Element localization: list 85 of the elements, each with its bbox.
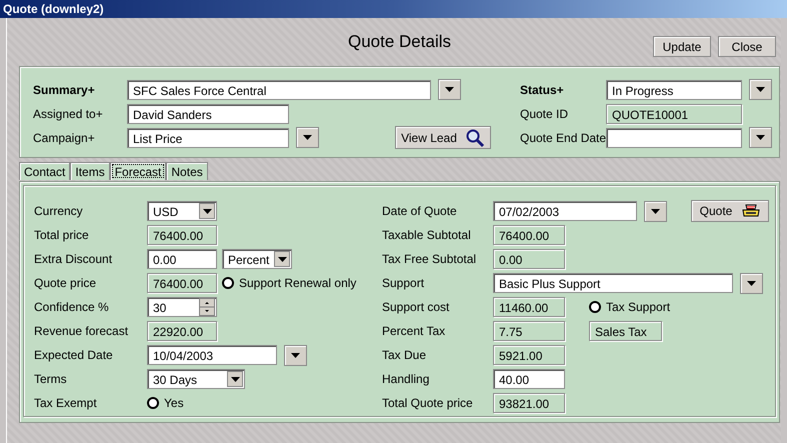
field-label: Quote End Date — [520, 130, 606, 144]
dropdown-button[interactable] — [749, 79, 772, 100]
spin-field[interactable]: 30 — [147, 297, 217, 317]
field-label: Quote price — [34, 276, 98, 290]
field-label: Handling — [382, 372, 430, 386]
text-field[interactable]: David Sanders — [127, 104, 289, 124]
field-label: Summary+ — [33, 82, 96, 96]
dropdown-button[interactable] — [644, 200, 667, 222]
page-title: Quote Details — [348, 32, 451, 52]
tab[interactable]: Items — [70, 162, 110, 180]
text-field[interactable]: 07/02/2003 — [493, 201, 637, 221]
caret-icon — [651, 208, 660, 214]
radio-label: Support Renewal only — [239, 276, 356, 290]
tab[interactable]: Forecast — [110, 162, 166, 180]
dropdown-button[interactable] — [438, 79, 461, 100]
radio-button[interactable] — [589, 301, 601, 313]
caret-icon — [303, 135, 312, 140]
text-field[interactable]: List Price — [127, 128, 289, 148]
tab[interactable]: Notes — [166, 162, 208, 180]
field-label: Percent Tax — [382, 324, 446, 338]
readonly-field: 11460.00 — [493, 297, 565, 317]
text-field[interactable] — [606, 128, 742, 148]
field-label: Tax Free Subtotal — [382, 252, 478, 266]
readonly-field: 22920.00 — [147, 321, 217, 341]
spinner-icon[interactable] — [199, 298, 215, 316]
readonly-field: 76400.00 — [147, 273, 217, 293]
text-field[interactable]: 0.00 — [147, 249, 217, 269]
dropdown-button[interactable] — [284, 344, 307, 366]
field-label: Terms — [34, 372, 68, 386]
text-field[interactable]: In Progress — [606, 80, 742, 100]
dropdown-button[interactable] — [749, 127, 772, 148]
field-label: Support — [382, 276, 426, 290]
caret-icon — [278, 256, 286, 262]
dropdown-field[interactable]: 30 Days — [147, 369, 245, 389]
field-label: Expected Date — [34, 348, 114, 362]
field-label: Support cost — [382, 300, 450, 314]
caret-icon — [747, 280, 756, 286]
printer-icon — [742, 204, 760, 218]
search-icon — [464, 128, 485, 148]
radio-button[interactable] — [147, 397, 159, 409]
tab[interactable]: Contact — [19, 162, 70, 180]
field-label: Campaign+ — [33, 130, 96, 144]
field-label: Total Quote price — [382, 396, 474, 410]
window-title: Quote (downley2) — [0, 0, 787, 18]
caret-icon — [445, 87, 454, 92]
caret-icon — [230, 376, 240, 382]
caret-icon — [756, 135, 765, 140]
caret-icon — [291, 352, 300, 358]
dropdown-field[interactable]: USD — [147, 201, 217, 221]
field-label: Extra Discount — [34, 252, 114, 266]
field-label: Revenue forecast — [34, 324, 130, 338]
field-label: Taxable Subtotal — [382, 228, 472, 242]
text-field[interactable]: SFC Sales Force Central — [127, 80, 431, 100]
readonly-field: 76400.00 — [493, 225, 565, 245]
field-label: Tax Exempt — [34, 396, 98, 410]
view-lead-button[interactable]: View Lead — [395, 126, 491, 149]
field-label: Assigned to+ — [33, 106, 104, 120]
dropdown-button[interactable] — [296, 127, 319, 148]
dropdown-field[interactable]: Percent — [222, 249, 292, 269]
readonly-field: 0.00 — [493, 249, 565, 269]
header-button[interactable]: Update — [653, 36, 711, 57]
text-field[interactable]: 10/04/2003 — [147, 345, 277, 365]
dropdown-button[interactable] — [740, 272, 763, 294]
radio-label: Yes — [164, 396, 184, 410]
readonly-field: QUOTE10001 — [606, 104, 742, 124]
readonly-field: 5921.00 — [493, 345, 565, 365]
caret-icon — [202, 208, 212, 214]
text-field[interactable]: Basic Plus Support — [493, 273, 733, 293]
field-label: Confidence % — [34, 300, 110, 314]
readonly-field: 93821.00 — [493, 393, 565, 413]
field-label: Date of Quote — [382, 204, 458, 218]
caret-icon — [756, 87, 765, 92]
readonly-field: 76400.00 — [147, 225, 217, 245]
readonly-field: 7.75 — [493, 321, 565, 341]
field-label: Quote ID — [520, 106, 570, 120]
radio-button[interactable] — [222, 277, 234, 289]
radio-label: Tax Support — [606, 300, 670, 314]
header-button[interactable]: Close — [718, 36, 776, 57]
quote-button[interactable]: Quote — [691, 200, 769, 222]
readonly-field: Sales Tax — [589, 321, 662, 341]
field-label: Status+ — [520, 82, 565, 96]
field-label: Tax Due — [382, 348, 428, 362]
text-field[interactable]: 40.00 — [493, 369, 565, 389]
field-label: Currency — [34, 204, 84, 218]
field-label: Total price — [34, 228, 90, 242]
